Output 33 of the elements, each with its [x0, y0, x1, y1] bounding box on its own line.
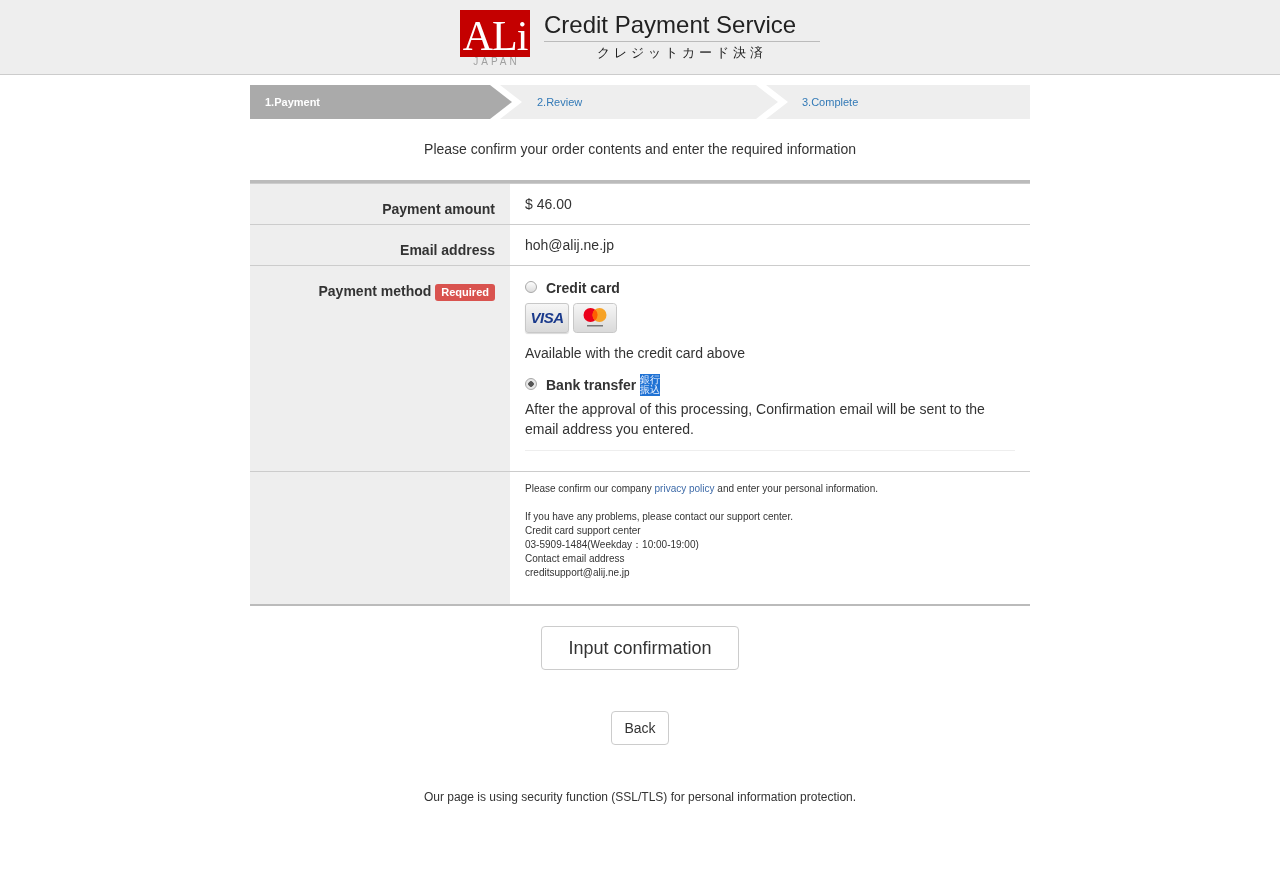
progress-step: 3.Complete — [766, 85, 1030, 119]
progress-step: 2.Review — [500, 85, 778, 119]
back-button[interactable]: Back — [611, 711, 669, 745]
support-text: Contact email address — [525, 552, 625, 566]
support-text: If you have any problems, please contact our support center. — [525, 510, 793, 524]
card-logo-icon — [573, 303, 617, 333]
input-confirmation-button[interactable]: Input confirmation — [541, 626, 739, 670]
field-value: hoh@alij.ne.jp — [525, 237, 614, 253]
brand-logo: ALi — [460, 10, 530, 57]
support-text: creditsupport@alij.ne.jp — [525, 566, 630, 580]
card-logo: VISA — [525, 303, 569, 333]
site-title: Credit Payment Service — [544, 10, 820, 42]
support-text: Credit card support center — [525, 524, 641, 538]
radio-button[interactable] — [525, 378, 537, 390]
field-label: Email address — [400, 241, 495, 260]
required-badge: Required — [435, 284, 495, 301]
logo-caption: JAPAN — [472, 57, 520, 67]
bank-transfer-tag: 銀行振込 — [640, 374, 661, 396]
option-note: Available with the credit card above — [525, 344, 746, 363]
site-subtitle: クレジットカード決済 — [596, 45, 768, 61]
progress-step: 1.Payment — [250, 85, 512, 119]
radio-label[interactable]: Credit card — [546, 278, 620, 298]
radio-label[interactable]: Bank transfer — [546, 375, 637, 395]
field-value: $ 46.00 — [525, 196, 572, 212]
privacy-policy-link[interactable]: privacy policy — [654, 483, 715, 494]
support-text: 03-5909-1484(Weekday：10:00-19:00) — [525, 538, 699, 552]
option-note: After the approval of this processing, Confirmation email will be sent to the email address you entered. — [525, 400, 986, 439]
field-label: Payment method — [318, 282, 432, 301]
radio-button[interactable] — [525, 281, 537, 293]
security-notice: Our page is using security function (SSL/TLS) for personal information protection. — [423, 789, 857, 805]
field-label: Payment amount — [382, 200, 495, 219]
notice-text: Please confirm our company privacy policy and enter your personal information. — [525, 482, 879, 496]
intro-text: Please confirm your order contents and enter the required information — [424, 140, 856, 159]
